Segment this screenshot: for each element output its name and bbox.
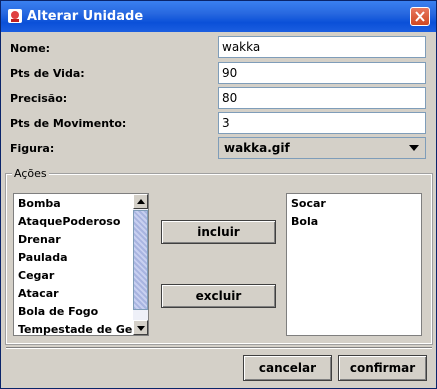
- chevron-down-icon[interactable]: [409, 145, 419, 151]
- confirm-button[interactable]: confirmar: [338, 355, 427, 381]
- close-icon: [415, 11, 425, 22]
- precisao-label: Precisão:: [10, 92, 68, 105]
- figura-selected-value: wakka.gif: [224, 141, 290, 155]
- pts-vida-label: Pts de Vida:: [10, 67, 85, 80]
- list-item[interactable]: Atacar: [14, 285, 148, 303]
- include-button[interactable]: incluir: [161, 220, 276, 244]
- exclude-button[interactable]: excluir: [161, 284, 276, 308]
- scroll-down-button[interactable]: [133, 320, 148, 335]
- pts-movimento-label: Pts de Movimento:: [10, 117, 127, 130]
- available-actions-list[interactable]: Bomba AtaquePoderoso Drenar Paulada Cega…: [13, 193, 149, 336]
- pts-movimento-input[interactable]: [218, 112, 426, 134]
- list-item[interactable]: AtaquePoderoso: [14, 213, 148, 231]
- acoes-group-title: Ações: [12, 167, 49, 180]
- window-title: Alterar Unidade: [27, 9, 144, 24]
- chevron-down-icon: [137, 326, 145, 331]
- close-button[interactable]: [410, 7, 430, 26]
- figura-select[interactable]: wakka.gif: [218, 137, 426, 159]
- list-item[interactable]: Tempestade de Gelo: [14, 321, 148, 335]
- selected-actions-list[interactable]: Socar Bola: [286, 193, 422, 336]
- footer-divider: [6, 347, 432, 349]
- nome-label: Nome:: [10, 42, 51, 55]
- dialog-window: Alterar Unidade Nome: Pts de Vida: Preci…: [0, 0, 437, 389]
- vertical-scrollbar[interactable]: [133, 194, 148, 335]
- pts-vida-input[interactable]: [218, 62, 426, 84]
- list-item[interactable]: Bomba: [14, 195, 148, 213]
- list-item[interactable]: Drenar: [14, 231, 148, 249]
- chevron-up-icon: [137, 199, 145, 204]
- app-icon: [7, 8, 23, 24]
- cancel-button[interactable]: cancelar: [243, 355, 332, 381]
- scroll-thumb[interactable]: [133, 210, 148, 310]
- list-item[interactable]: Bola: [287, 213, 421, 231]
- scroll-up-button[interactable]: [133, 194, 148, 209]
- list-item[interactable]: Bola de Fogo: [14, 303, 148, 321]
- figura-label: Figura:: [10, 142, 55, 155]
- precisao-input[interactable]: [218, 87, 426, 109]
- list-item[interactable]: Paulada: [14, 249, 148, 267]
- list-item[interactable]: Cegar: [14, 267, 148, 285]
- title-bar[interactable]: Alterar Unidade: [1, 1, 436, 32]
- nome-input[interactable]: [218, 36, 426, 58]
- list-item[interactable]: Socar: [287, 195, 421, 213]
